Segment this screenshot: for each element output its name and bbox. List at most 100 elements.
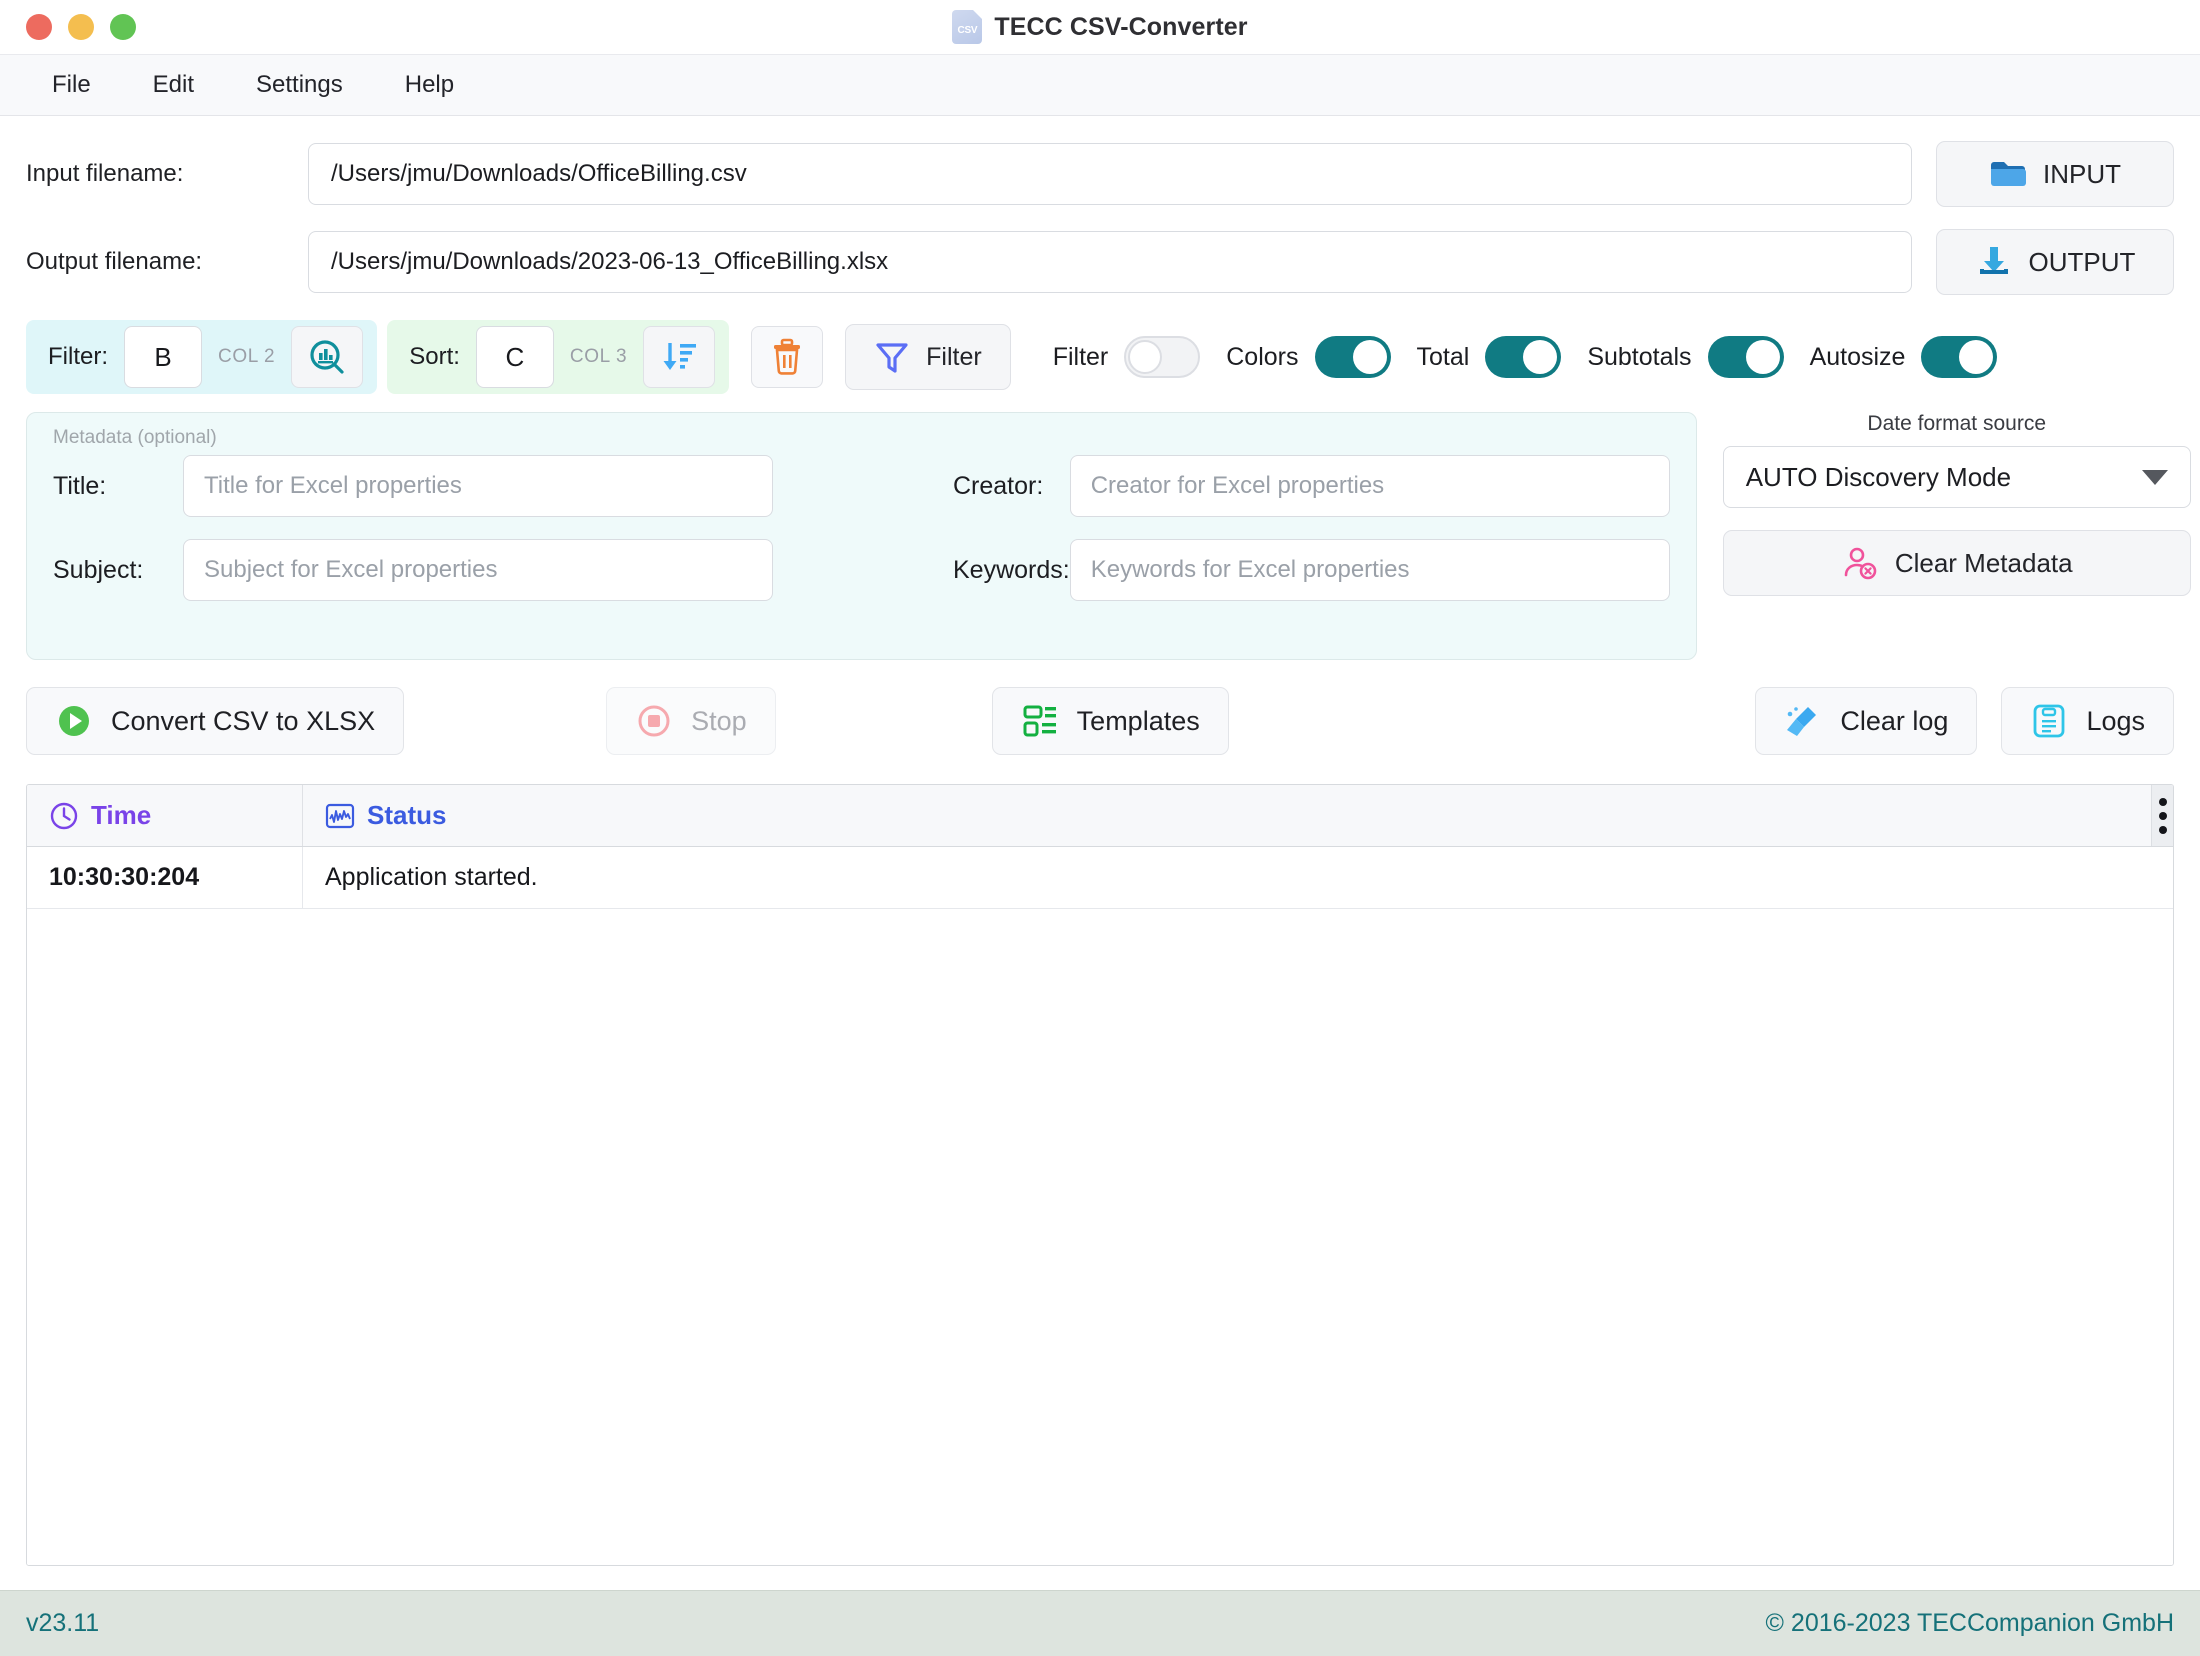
date-format-selected-value: AUTO Discovery Mode xyxy=(1745,461,2012,492)
download-icon xyxy=(1975,245,2013,279)
switch-label-colors: Colors xyxy=(1226,342,1299,371)
output-browse-button[interactable]: OUTPUT xyxy=(1936,229,2174,295)
maximize-button[interactable] xyxy=(110,14,136,40)
clear-metadata-label: Clear Metadata xyxy=(1894,547,2073,578)
clear-log-button[interactable]: Clear log xyxy=(1755,687,1978,755)
convert-button[interactable]: Convert CSV to XLSX xyxy=(26,687,405,755)
date-format-label: Date format source xyxy=(1867,412,2046,435)
menu-item-help[interactable]: Help xyxy=(379,63,480,107)
log-row-time: 10:30:30:204 xyxy=(27,847,303,908)
input-filename-field[interactable]: /Users/jmu/Downloads/OfficeBilling.csv xyxy=(308,143,1912,205)
switch-group-colors: Colors xyxy=(1226,336,1391,378)
templates-button-label: Templates xyxy=(1076,705,1200,736)
more-vertical-icon[interactable] xyxy=(2151,785,2173,846)
subject-field[interactable]: Subject for Excel properties xyxy=(183,539,773,601)
chevron-down-icon xyxy=(2141,469,2168,485)
keywords-label: Keywords: xyxy=(953,555,1070,584)
sort-column-label: Sort: xyxy=(409,343,460,370)
trash-icon xyxy=(769,338,805,376)
csv-file-icon: CSV xyxy=(952,10,983,44)
switch-autosize-knob xyxy=(1959,340,1994,374)
filter-column-hint: COL 2 xyxy=(218,346,276,367)
sort-column-hint: COL 3 xyxy=(569,346,628,367)
options-toolbar: Filter: B COL 2 Sort: C COL 3 Filter Fil… xyxy=(0,316,2200,398)
switch-group-total: Total xyxy=(1417,336,1562,378)
filter-column-panel: Filter: B COL 2 xyxy=(26,320,378,394)
metadata-row: Metadata (optional) Title: Title for Exc… xyxy=(0,412,2200,660)
app-version: v23.11 xyxy=(26,1609,100,1637)
csv-file-icon-label: CSV xyxy=(957,24,978,36)
templates-icon xyxy=(1021,702,1059,740)
column-header-status[interactable]: Status xyxy=(303,785,2173,846)
metadata-grid: Title: Title for Excel properties Creato… xyxy=(53,455,1670,601)
column-header-time[interactable]: Time xyxy=(27,785,303,846)
title-bar: CSV TECC CSV-Converter xyxy=(0,0,2200,54)
action-row: Convert CSV to XLSX Stop Templates Clear… xyxy=(0,682,2200,760)
keywords-field[interactable]: Keywords for Excel properties xyxy=(1069,539,1670,601)
more-dot xyxy=(2158,811,2167,820)
input-browse-button[interactable]: INPUT xyxy=(1936,141,2174,207)
input-browse-label: INPUT xyxy=(2043,158,2121,189)
menu-item-file[interactable]: File xyxy=(26,63,117,107)
convert-button-label: Convert CSV to XLSX xyxy=(111,705,376,736)
logs-button-label: Logs xyxy=(2086,705,2145,736)
sort-column-input[interactable]: C xyxy=(475,326,554,388)
sort-column-panel: Sort: C COL 3 xyxy=(387,320,730,394)
switch-group-subtotals: Subtotals xyxy=(1587,336,1784,378)
log-actions: Clear log Logs xyxy=(1755,687,2174,755)
switch-label-autosize: Autosize xyxy=(1809,342,1906,371)
stop-button[interactable]: Stop xyxy=(606,687,776,755)
switch-autosize[interactable] xyxy=(1921,336,1998,378)
filter-button[interactable]: Filter xyxy=(845,324,1011,390)
switch-filter[interactable] xyxy=(1124,336,1201,378)
sort-descending-button[interactable] xyxy=(643,326,716,388)
more-dot xyxy=(2158,825,2167,834)
templates-button[interactable]: Templates xyxy=(991,687,1229,755)
date-format-select[interactable]: AUTO Discovery Mode xyxy=(1722,446,2191,508)
filter-column-input[interactable]: B xyxy=(124,326,202,388)
title-field[interactable]: Title for Excel properties xyxy=(183,455,773,517)
switch-subtotals[interactable] xyxy=(1707,336,1784,378)
switch-colors[interactable] xyxy=(1314,336,1391,378)
status-bar: v23.11 © 2016-2023 TECCompanion GmbH xyxy=(0,1590,2200,1656)
filter-preview-button[interactable] xyxy=(291,326,364,388)
output-filename-field[interactable]: /Users/jmu/Downloads/2023-06-13_OfficeBi… xyxy=(308,231,1912,293)
switch-filter-knob xyxy=(1128,340,1163,374)
close-button[interactable] xyxy=(26,14,52,40)
switch-label-total: Total xyxy=(1416,342,1470,371)
switch-label-subtotals: Subtotals xyxy=(1587,342,1692,371)
option-switches: Filter Colors Total Subtotals Autosize xyxy=(1053,336,2024,378)
switch-group-autosize: Autosize xyxy=(1810,336,1998,378)
clock-icon xyxy=(49,801,79,831)
menu-item-edit[interactable]: Edit xyxy=(127,63,220,107)
creator-field[interactable]: Creator for Excel properties xyxy=(1069,455,1670,517)
play-icon xyxy=(55,702,93,740)
sort-descending-icon xyxy=(659,337,699,377)
switch-total[interactable] xyxy=(1485,336,1562,378)
table-row[interactable]: 10:30:30:204 Application started. xyxy=(27,847,2173,909)
log-table: Time Status 10:30:30:204 Application sta… xyxy=(26,784,2174,1566)
clear-metadata-button[interactable]: Clear Metadata xyxy=(1722,530,2191,596)
logs-button[interactable]: Logs xyxy=(2001,687,2174,755)
output-file-row: Output filename: /Users/jmu/Downloads/20… xyxy=(0,218,2200,306)
clear-log-label: Clear log xyxy=(1840,705,1949,736)
subject-label: Subject: xyxy=(53,555,144,584)
minimize-button[interactable] xyxy=(68,14,94,40)
date-format-panel: Date format source AUTO Discovery Mode C… xyxy=(1722,412,2191,596)
switch-label-filter: Filter xyxy=(1052,342,1109,371)
switch-total-knob xyxy=(1523,340,1558,374)
filter-column-label: Filter: xyxy=(48,343,108,370)
log-row-status: Application started. xyxy=(325,863,538,891)
switch-subtotals-knob xyxy=(1745,340,1780,374)
column-header-status-label: Status xyxy=(367,800,447,830)
menu-item-settings[interactable]: Settings xyxy=(230,63,369,107)
stop-icon xyxy=(635,702,673,740)
metadata-panel: Metadata (optional) Title: Title for Exc… xyxy=(26,412,1697,660)
broom-icon xyxy=(1784,702,1822,740)
window-title-group: CSV TECC CSV-Converter xyxy=(0,0,2200,54)
output-filename-label: Output filename: xyxy=(26,248,203,275)
menu-bar: File Edit Settings Help xyxy=(0,54,2200,116)
delete-filter-button[interactable] xyxy=(751,326,824,388)
output-browse-label: OUTPUT xyxy=(2028,246,2136,277)
user-remove-icon xyxy=(1841,544,1879,582)
